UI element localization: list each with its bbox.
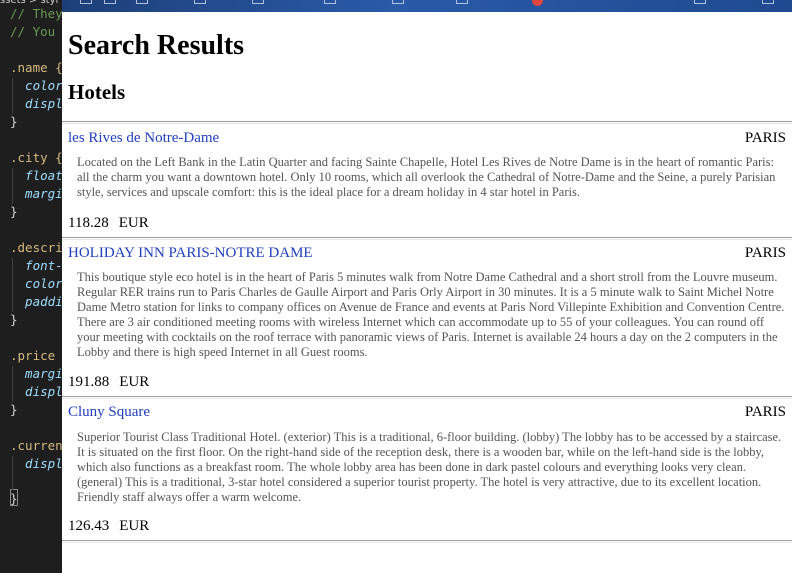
code-line: .descri [10, 240, 62, 255]
price-currency: EUR [119, 374, 150, 390]
indent-guide [12, 258, 13, 312]
divider [62, 121, 792, 124]
code-line: .name { [10, 60, 62, 75]
toolbar-icon[interactable] [194, 0, 206, 4]
hotel-name-link[interactable]: Cluny Square [68, 404, 150, 421]
hotel-city: PARIS [744, 130, 786, 146]
toolbar-icon[interactable] [80, 0, 92, 4]
hotel-name-link[interactable]: les Rives de Notre-Dame [68, 130, 219, 147]
toolbar-icon[interactable] [762, 0, 774, 4]
code-line: paddi [10, 294, 62, 309]
page-title: Search Results [68, 30, 245, 61]
code-line: .curren [10, 438, 62, 453]
notification-dot-icon[interactable] [532, 0, 543, 6]
section-heading: Hotels [68, 80, 126, 104]
search-results-page: Search Results Hotels les Rives de Notre… [62, 12, 792, 573]
code-line: float [10, 168, 62, 183]
hotel-description: This boutique style eco hotel is in the … [77, 270, 785, 359]
hotel-description: Superior Tourist Class Traditional Hotel… [77, 430, 782, 504]
indent-guide [12, 456, 13, 490]
code-line: // They [10, 6, 62, 21]
hotel-price: 191.88 EUR [68, 374, 149, 391]
code-line: color [10, 276, 62, 291]
indent-guide [12, 366, 13, 402]
hotel-city: PARIS [744, 245, 786, 261]
hotel-city: PARIS [744, 404, 786, 420]
divider [62, 540, 792, 543]
toolbar-icon[interactable] [694, 0, 706, 4]
divider [62, 237, 792, 240]
browser-toolbar [62, 0, 792, 12]
code-line: .city { [10, 150, 62, 165]
toolbar-icon[interactable] [104, 0, 116, 4]
price-value: 126.43 [68, 518, 110, 534]
toolbar-icon[interactable] [392, 0, 404, 4]
hotel-price: 118.28 EUR [68, 215, 149, 232]
code-line: } [10, 491, 18, 506]
price-currency: EUR [118, 215, 149, 231]
toolbar-icon[interactable] [456, 0, 468, 4]
code-line: } [10, 312, 18, 327]
toolbar-icon[interactable] [136, 0, 148, 4]
price-currency: EUR [119, 518, 150, 534]
code-line: } [10, 204, 18, 219]
code-line: margi [10, 366, 62, 381]
code-line: .price [10, 348, 56, 363]
price-value: 191.88 [68, 374, 110, 390]
toolbar-icon[interactable] [252, 0, 264, 4]
code-line: displ [10, 96, 62, 111]
divider [62, 396, 792, 399]
code-line: // You [10, 24, 56, 39]
code-line: margi [10, 186, 62, 201]
code-line: font- [10, 258, 62, 273]
code-editor[interactable]: ssets > styl // They // You .name { colo… [0, 0, 62, 573]
indent-guide [12, 168, 13, 204]
toolbar-icon[interactable] [324, 0, 336, 4]
code-line: displ [10, 384, 62, 399]
price-value: 118.28 [68, 215, 109, 231]
code-line: } [10, 114, 18, 129]
hotel-price: 126.43 EUR [68, 518, 149, 535]
code-line: displ [10, 456, 62, 471]
indent-guide [12, 78, 13, 114]
hotel-name-link[interactable]: HOLIDAY INN PARIS-NOTRE DAME [68, 245, 313, 262]
code-line: } [10, 402, 18, 417]
code-line: color [10, 78, 62, 93]
hotel-description: Located on the Left Bank in the Latin Qu… [77, 155, 776, 199]
